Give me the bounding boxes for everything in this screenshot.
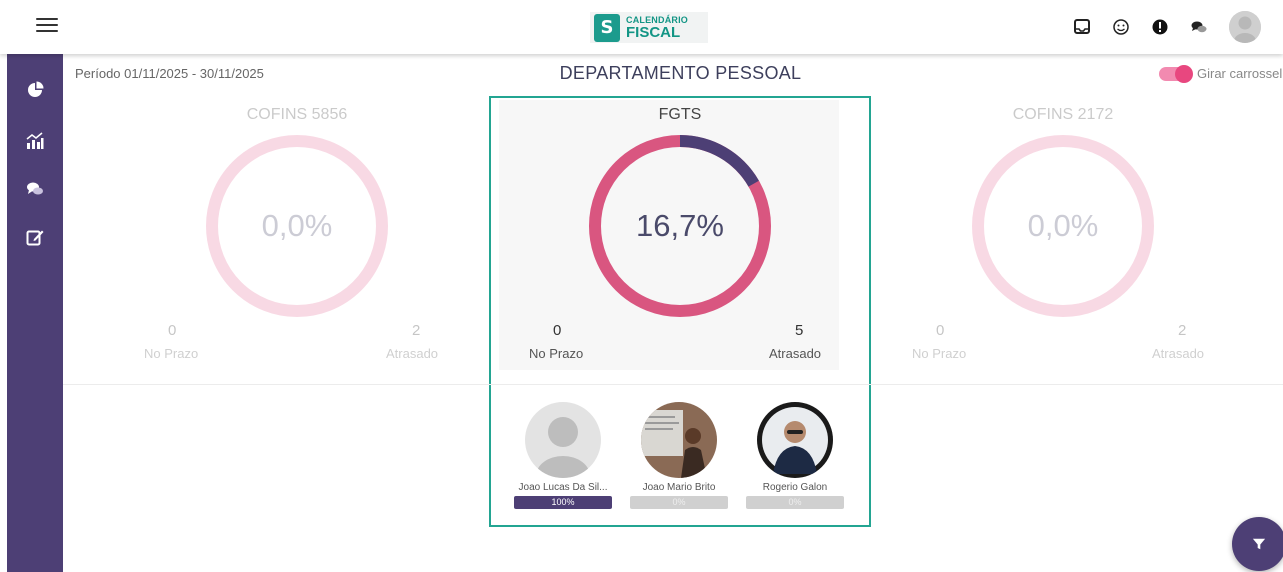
chat-icon[interactable] (1190, 18, 1208, 36)
edit-icon[interactable] (25, 227, 45, 247)
card-percent: 0,0% (1027, 208, 1099, 243)
filter-button[interactable] (1232, 517, 1283, 571)
card-fgts[interactable]: FGTS 16,7% 0 No Prazo 5 Atrasado (513, 106, 847, 366)
person-card[interactable]: Rogerio Galon 0% (745, 402, 845, 509)
on-time-count: 0 (936, 322, 945, 339)
on-time-count: 0 (553, 322, 562, 339)
late-count: 2 (1178, 322, 1187, 339)
toggle-knob (1175, 65, 1193, 83)
carousel-toggle-label: Girar carrossel (1197, 66, 1283, 81)
on-time-label: No Prazo (144, 346, 199, 361)
card-percent: 0,0% (261, 208, 333, 243)
logo-line-2: FISCAL (626, 23, 681, 41)
top-bar: S CALENDÁRIO FISCAL (0, 0, 1283, 54)
person-progress-bar: 0% (746, 496, 844, 509)
page-title: DEPARTAMENTO PESSOAL (559, 63, 802, 83)
alert-icon[interactable] (1151, 18, 1169, 36)
late-label: Atrasado (386, 346, 439, 361)
card-title: COFINS 5856 (246, 106, 348, 123)
person-card[interactable]: Joao Mario Brito 0% (629, 402, 729, 509)
card-cofins-2172[interactable]: COFINS 2172 0,0% 0 No Prazo 2 Atrasado (896, 106, 1230, 366)
filter-icon (1252, 538, 1266, 550)
person-avatar (525, 402, 601, 478)
on-time-label: No Prazo (529, 346, 584, 361)
card-title: FGTS (658, 106, 702, 123)
card-percent: 16,7% (636, 208, 724, 243)
late-label: Atrasado (769, 346, 822, 361)
comments-icon[interactable] (25, 179, 45, 199)
bar-chart-icon[interactable] (25, 131, 45, 151)
on-time-count: 0 (168, 322, 177, 339)
inbox-icon[interactable] (1073, 18, 1091, 36)
user-avatar[interactable] (1229, 11, 1261, 43)
person-card[interactable]: Joao Lucas Da Sil... 100% (513, 402, 613, 509)
smiley-icon[interactable] (1112, 18, 1130, 36)
sidebar (7, 54, 63, 572)
card-title: COFINS 2172 (1012, 106, 1114, 123)
late-label: Atrasado (1152, 346, 1205, 361)
app-logo[interactable]: S CALENDÁRIO FISCAL (590, 12, 708, 43)
person-name: Joao Lucas Da Sil... (518, 482, 608, 493)
person-progress-bar: 100% (514, 496, 612, 509)
logo-mark: S (594, 13, 620, 42)
late-count: 2 (412, 322, 421, 339)
person-photo (641, 402, 717, 478)
card-cofins-5856[interactable]: COFINS 5856 0,0% 0 No Prazo 2 Atrasado (130, 106, 464, 366)
carousel-toggle[interactable] (1159, 65, 1193, 83)
section-divider (63, 384, 1283, 385)
hamburger-menu-icon[interactable] (36, 18, 58, 36)
person-name: Rogerio Galon (762, 482, 828, 493)
on-time-label: No Prazo (912, 346, 967, 361)
top-icons (1073, 10, 1261, 44)
person-name: Joao Mario Brito (642, 482, 716, 493)
late-count: 5 (795, 322, 804, 339)
person-photo (757, 402, 833, 478)
person-progress-bar: 0% (630, 496, 728, 509)
